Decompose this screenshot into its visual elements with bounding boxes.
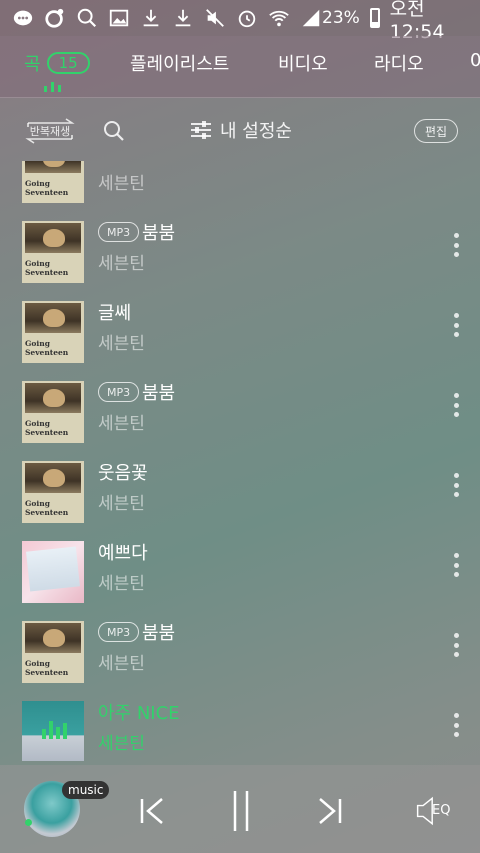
more-options-icon[interactable] <box>448 313 464 337</box>
sort-label: 내 설정순 <box>220 121 292 142</box>
eq-label: EQ <box>432 803 451 818</box>
player-indicator <box>25 819 32 826</box>
gallery-icon <box>108 7 130 29</box>
album-art: Going Seventeen <box>22 301 84 363</box>
status-icons <box>12 7 322 29</box>
album-art: Going Seventeen <box>22 621 84 683</box>
more-options-icon[interactable] <box>448 393 464 417</box>
tab-active-indicator <box>44 82 61 92</box>
battery-icon <box>369 8 380 28</box>
tab-radio[interactable]: 라디오 <box>374 50 424 76</box>
list-toolbar: 반복재생 내 설정순 <box>0 99 480 161</box>
song-artist: 세븐틴 <box>98 414 145 434</box>
tab-videos[interactable]: 비디오 <box>278 50 328 76</box>
pause-icon[interactable] <box>221 787 261 835</box>
sort-button[interactable]: 내 설정순 <box>190 117 292 143</box>
download-icon <box>172 7 194 29</box>
song-title: 붐붐 <box>142 223 176 244</box>
sort-icon <box>191 121 211 139</box>
song-title: 글쎄 <box>98 303 132 324</box>
song-title: 붐붐 <box>142 383 176 404</box>
tab-songs-label: 곡 <box>24 54 41 75</box>
more-options-icon[interactable] <box>448 633 464 657</box>
list-item[interactable]: Going Seventeen 세븐틴 <box>0 161 480 211</box>
mini-player: music EQ <box>0 765 480 853</box>
tab-more[interactable]: 0 <box>470 50 480 71</box>
song-title: 붐붐 <box>142 623 176 644</box>
tab-playlists[interactable]: 플레이리스트 <box>130 50 229 76</box>
mp3-badge: MP3 <box>98 222 140 242</box>
repeat-button[interactable]: 반복재생 <box>22 115 78 147</box>
edit-button[interactable]: 편집 <box>414 119 458 143</box>
list-item[interactable]: Going Seventeen 글쎄 세븐틴 <box>0 291 480 371</box>
mute-icon <box>204 7 226 29</box>
album-art: Going Seventeen <box>22 461 84 523</box>
battery-percent: 23% <box>322 8 360 28</box>
chat-icon <box>12 7 34 29</box>
signal-icon <box>300 7 322 29</box>
album-art: Going Seventeen <box>22 221 84 283</box>
album-art <box>22 541 84 603</box>
mp3-badge: MP3 <box>98 382 140 402</box>
song-list: Going Seventeen 세븐틴 Going Seventeen MP3 … <box>0 161 480 761</box>
music-badge: music <box>62 781 110 799</box>
search-icon <box>76 7 98 29</box>
song-artist: 세븐틴 <box>98 734 145 754</box>
song-artist: 세븐틴 <box>98 574 145 594</box>
list-item[interactable]: Going Seventeen 웃음꽃 세븐틴 <box>0 451 480 531</box>
list-item[interactable]: Going Seventeen MP3 붐붐 세븐틴 <box>0 611 480 691</box>
alarm-icon <box>236 7 258 29</box>
more-options-icon[interactable] <box>448 473 464 497</box>
tab-bar: 곡 15 플레이리스트 비디오 라디오 0 <box>0 36 480 98</box>
repeat-label: 반복재생 <box>29 125 71 138</box>
album-art <box>22 701 84 761</box>
album-art: Going Seventeen <box>22 381 84 443</box>
list-item[interactable]: Going Seventeen MP3 붐붐 세븐틴 <box>0 211 480 291</box>
list-item[interactable]: 예쁘다 세븐틴 <box>0 531 480 611</box>
previous-icon[interactable] <box>132 791 172 831</box>
album-art: Going Seventeen <box>22 161 84 203</box>
song-artist: 세븐틴 <box>98 174 145 194</box>
status-bar: 23% 오전 12:54 <box>0 0 480 43</box>
music-app-icon <box>44 7 66 29</box>
song-title: 예쁘다 <box>98 543 148 564</box>
search-icon[interactable] <box>102 119 126 143</box>
song-title: 웃음꽃 <box>98 463 148 484</box>
tab-songs-count: 15 <box>46 52 90 74</box>
more-options-icon[interactable] <box>448 233 464 257</box>
download-icon <box>140 7 162 29</box>
list-item[interactable]: Going Seventeen MP3 붐붐 세븐틴 <box>0 371 480 451</box>
list-item-now-playing[interactable]: 아주 NICE 세븐틴 <box>0 691 480 761</box>
wifi-icon <box>268 7 290 29</box>
song-artist: 세븐틴 <box>98 254 145 274</box>
mp3-badge: MP3 <box>98 622 140 642</box>
song-title: 아주 NICE <box>98 703 180 724</box>
now-playing-icon <box>42 721 67 739</box>
more-options-icon[interactable] <box>448 713 464 737</box>
equalizer-button[interactable]: EQ <box>414 791 458 831</box>
next-icon[interactable] <box>310 791 350 831</box>
song-artist: 세븐틴 <box>98 334 145 354</box>
song-artist: 세븐틴 <box>98 494 145 514</box>
song-artist: 세븐틴 <box>98 654 145 674</box>
tab-songs[interactable]: 곡 15 <box>24 50 90 76</box>
more-options-icon[interactable] <box>448 553 464 577</box>
